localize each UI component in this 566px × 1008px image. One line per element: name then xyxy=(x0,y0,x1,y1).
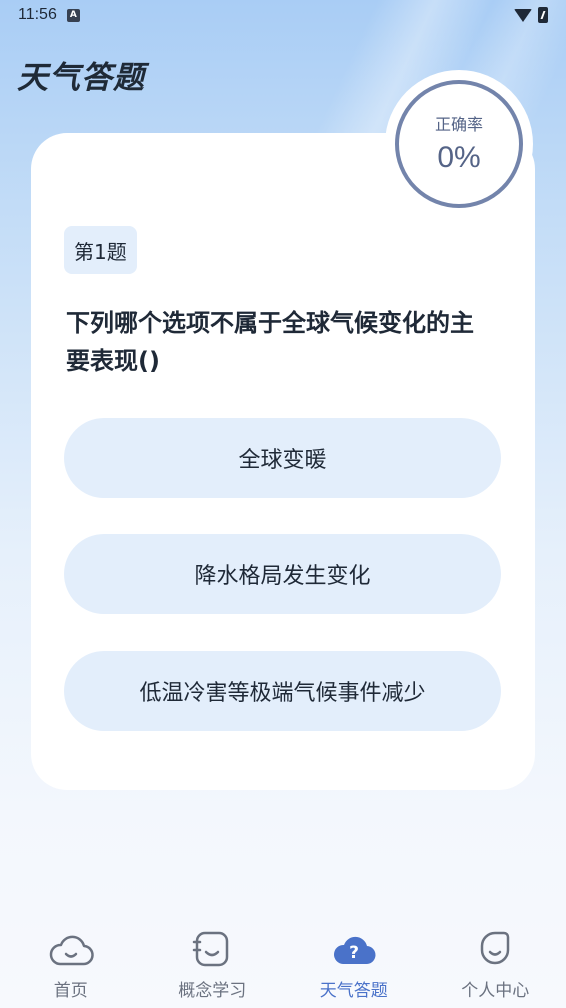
status-bar: 11:56 A xyxy=(0,0,566,30)
notebook-icon xyxy=(193,931,229,967)
status-time: 11:56 xyxy=(18,6,57,23)
tab-home[interactable]: 首页 xyxy=(0,920,142,1008)
question-text: 下列哪个选项不属于全球气候变化的主要表现() xyxy=(66,309,474,375)
accuracy-label: 正确率 xyxy=(434,115,483,134)
question-cloud-icon: ? xyxy=(333,936,376,965)
tab-profile[interactable]: 个人中心 xyxy=(425,920,566,1008)
accuracy-ring: 正确率 0% xyxy=(395,80,523,208)
accuracy-badge: 正确率 0% xyxy=(385,70,533,218)
answer-option-3[interactable]: 低温冷害等极端气候事件减少 xyxy=(64,651,501,731)
question-number-badge: 第1题 xyxy=(64,226,137,274)
cloud-face-icon xyxy=(49,935,94,966)
tab-weather-quiz[interactable]: ? 天气答题 xyxy=(283,920,425,1008)
tab-profile-label: 个人中心 xyxy=(461,981,530,1001)
wifi-icon xyxy=(514,8,532,22)
answer-option-2[interactable]: 降水格局发生变化 xyxy=(64,534,501,614)
battery-icon xyxy=(538,7,548,23)
bottom-tab-bar: 首页 概念学习 ? 天气答题 个人中心 xyxy=(0,920,566,1008)
profile-face-icon xyxy=(481,931,510,965)
svg-text:?: ? xyxy=(349,943,359,963)
tab-weather-quiz-label: 天气答题 xyxy=(319,981,388,1001)
status-icons xyxy=(514,7,548,23)
app-title: 天气答题 xyxy=(17,60,145,96)
tab-concept-learning[interactable]: 概念学习 xyxy=(142,920,284,1008)
tab-home-label: 首页 xyxy=(53,981,88,1001)
notification-a-icon: A xyxy=(66,8,80,22)
tab-concept-learning-label: 概念学习 xyxy=(178,981,247,1001)
accuracy-value: 0% xyxy=(437,141,481,174)
answer-option-1[interactable]: 全球变暖 xyxy=(64,418,501,498)
